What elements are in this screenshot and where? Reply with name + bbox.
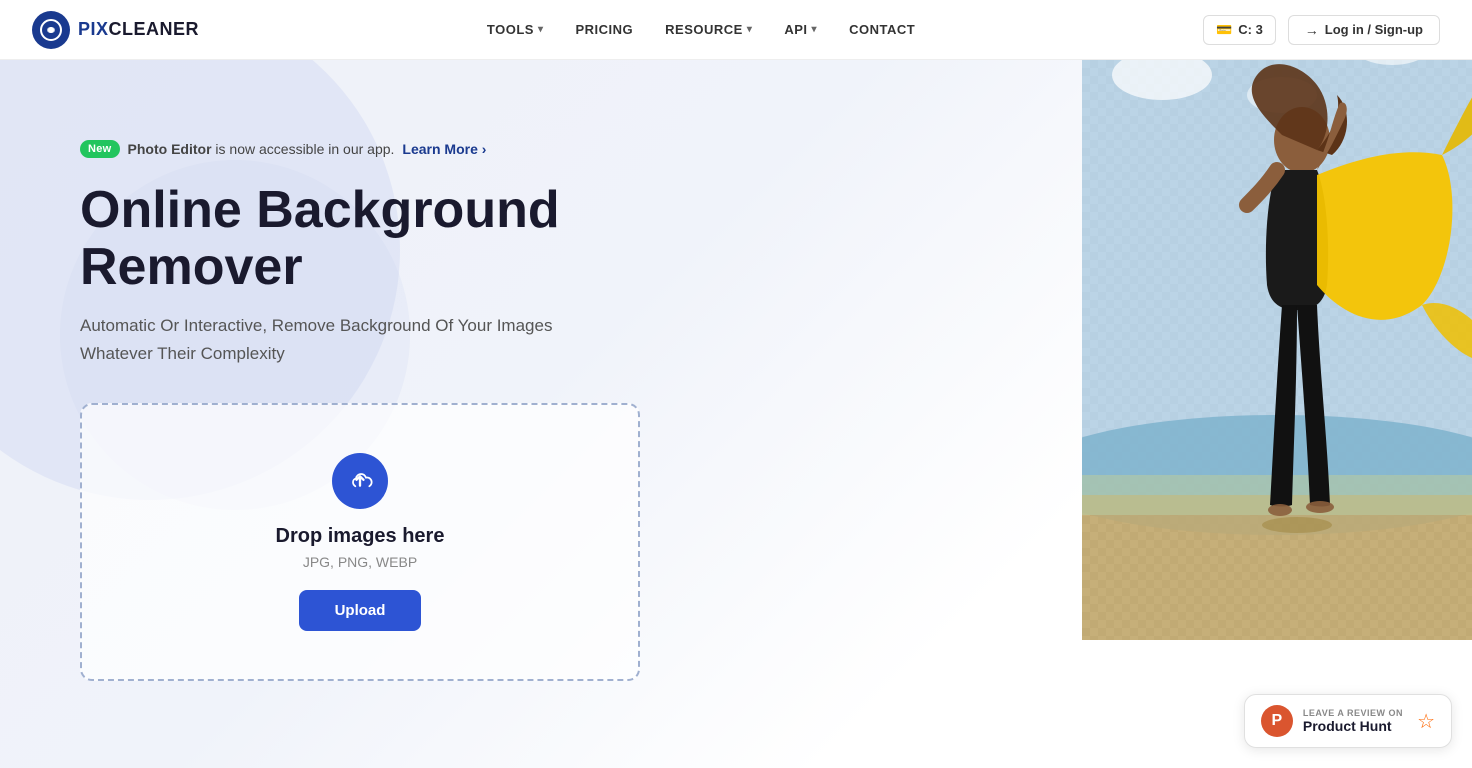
ph-label: LEAVE A REVIEW ON — [1303, 708, 1403, 718]
nav-api[interactable]: API ▾ — [784, 22, 817, 37]
hero-image-panel — [1082, 60, 1472, 768]
nav-pricing[interactable]: PRICING — [575, 22, 633, 37]
product-hunt-logo: P — [1261, 705, 1293, 737]
ph-star-icon: ☆ — [1417, 709, 1435, 734]
ph-name: Product Hunt — [1303, 718, 1403, 734]
hero-section: New Photo Editor is now accessible in ou… — [0, 60, 1472, 768]
hero-title: Online Background Remover — [80, 182, 780, 296]
nav-contact[interactable]: CONTACT — [849, 22, 915, 37]
credits-icon: 💳 — [1216, 22, 1232, 38]
chevron-down-icon: ▾ — [812, 24, 818, 35]
login-button[interactable]: → Log in / Sign-up — [1288, 15, 1440, 45]
woman-figure-svg — [1082, 60, 1472, 640]
upload-dropzone[interactable]: Drop images here JPG, PNG, WEBP Upload — [80, 403, 640, 681]
logo-icon — [32, 11, 70, 49]
arrow-right-icon: › — [482, 141, 487, 157]
nav-links: TOOLS ▾ PRICING RESOURCE ▾ API ▾ CONTACT — [487, 22, 915, 37]
product-hunt-badge[interactable]: P LEAVE A REVIEW ON Product Hunt ☆ — [1244, 694, 1452, 748]
credits-count: C: 3 — [1238, 22, 1263, 37]
hero-subtitle: Automatic Or Interactive, Remove Backgro… — [80, 312, 780, 366]
logo[interactable]: PIXCLEANER — [32, 11, 199, 49]
learn-more-link[interactable]: Learn More › — [402, 141, 486, 157]
login-icon: → — [1305, 22, 1319, 38]
logo-text: PIXCLEANER — [78, 19, 199, 40]
chevron-down-icon: ▾ — [538, 24, 544, 35]
product-hunt-text: LEAVE A REVIEW ON Product Hunt — [1303, 708, 1403, 734]
chevron-down-icon: ▾ — [747, 24, 753, 35]
credits-badge[interactable]: 💳 C: 3 — [1203, 15, 1276, 45]
format-text: JPG, PNG, WEBP — [122, 554, 598, 570]
background-removed-image — [1082, 60, 1472, 640]
announcement-banner: New Photo Editor is now accessible in ou… — [80, 140, 780, 158]
drop-text: Drop images here — [122, 525, 598, 548]
hero-left: New Photo Editor is now accessible in ou… — [0, 60, 820, 721]
navbar: PIXCLEANER TOOLS ▾ PRICING RESOURCE ▾ AP… — [0, 0, 1472, 60]
new-badge: New — [80, 140, 120, 158]
nav-right: 💳 C: 3 → Log in / Sign-up — [1203, 15, 1440, 45]
upload-button[interactable]: Upload — [299, 590, 422, 631]
upload-icon — [332, 453, 388, 509]
nav-tools[interactable]: TOOLS ▾ — [487, 22, 544, 37]
announcement-text: Photo Editor is now accessible in our ap… — [128, 141, 395, 157]
nav-resource[interactable]: RESOURCE ▾ — [665, 22, 752, 37]
